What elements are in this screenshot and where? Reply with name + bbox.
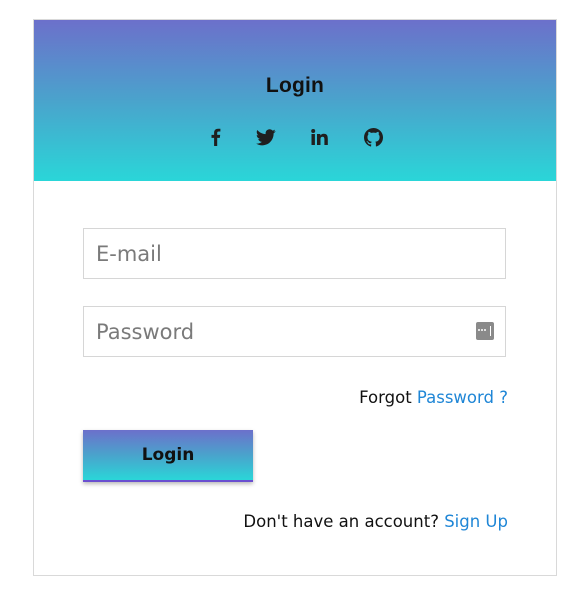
login-button[interactable]: Login (83, 430, 253, 482)
linkedin-icon[interactable] (307, 125, 331, 149)
password-dots-icon[interactable] (476, 322, 494, 340)
sign-up-link[interactable]: Sign Up (444, 512, 508, 531)
social-login-icons (34, 125, 556, 149)
github-icon[interactable] (361, 125, 385, 149)
email-input[interactable] (84, 229, 505, 278)
password-input[interactable] (84, 307, 505, 356)
login-header: Login (34, 20, 556, 181)
email-field[interactable] (83, 228, 506, 279)
forgot-prefix: Forgot (359, 388, 412, 407)
login-card: Login E-mail Forgot Password ? Login Don… (33, 19, 557, 576)
twitter-icon[interactable] (254, 125, 278, 149)
password-field[interactable] (83, 306, 506, 357)
signup-row: Don't have an account? Sign Up (243, 512, 508, 531)
facebook-icon[interactable] (203, 125, 227, 149)
signup-prefix: Don't have an account? (243, 512, 439, 531)
forgot-password-link[interactable]: Password ? (417, 388, 508, 407)
forgot-password-row: Forgot Password ? (359, 388, 508, 407)
login-title: Login (265, 74, 325, 97)
